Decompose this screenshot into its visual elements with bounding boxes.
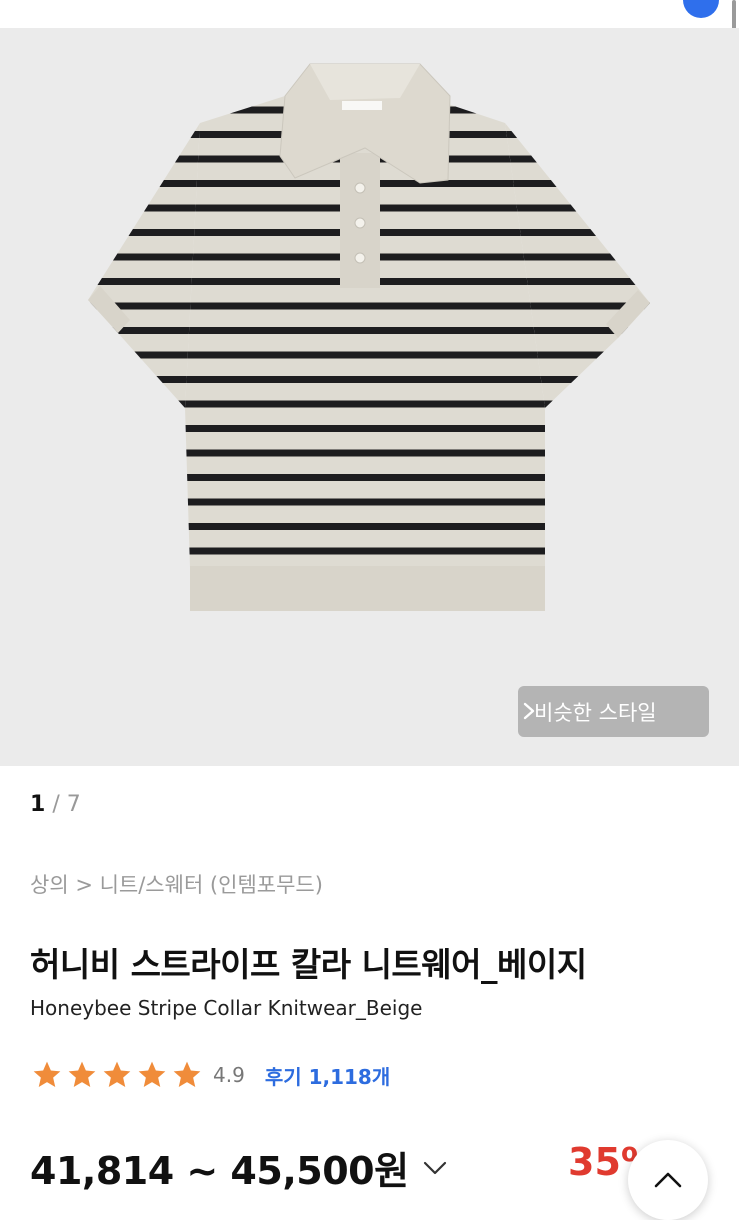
similar-style-label: 비슷한 스타일 <box>534 700 657 725</box>
top-bar <box>0 0 739 28</box>
price-label: 41,814 ~ 45,500원 <box>30 1149 409 1193</box>
product-image-gallery[interactable]: 비슷한 스타일 <box>0 28 739 766</box>
star-icon <box>33 1061 61 1087</box>
price-range[interactable]: 41,814 ~ 45,500원 <box>30 1140 449 1195</box>
reviews-link[interactable]: 후기 1,118개 <box>265 1061 390 1090</box>
star-icon <box>103 1061 131 1087</box>
star-icon <box>173 1061 201 1087</box>
star-rating <box>30 1059 205 1091</box>
chevron-up-icon <box>654 1172 682 1188</box>
chevron-right-icon <box>523 702 535 720</box>
image-counter-current: 1 <box>30 792 46 817</box>
image-counter: 1 / 7 <box>30 792 81 817</box>
product-title-en: Honeybee Stripe Collar Knitwear_Beige <box>30 996 423 1020</box>
star-icon <box>68 1061 96 1087</box>
floating-action-button[interactable] <box>683 0 719 18</box>
rating-value: 4.9 <box>213 1063 245 1087</box>
product-title-ko: 허니비 스트라이프 칼라 니트웨어_베이지 <box>30 945 587 984</box>
rating-row: 4.9 후기 1,118개 <box>30 1058 390 1092</box>
product-image <box>88 63 650 611</box>
image-counter-total: 7 <box>66 792 81 817</box>
similar-style-button[interactable]: 비슷한 스타일 <box>518 686 709 737</box>
breadcrumb[interactable]: 상의 > 니트/스웨터 (인템포무드) <box>30 869 323 899</box>
scroll-to-top-button[interactable] <box>628 1140 708 1220</box>
image-counter-separator: / <box>52 792 60 817</box>
chevron-down-icon <box>423 1161 446 1174</box>
star-icon <box>138 1061 166 1087</box>
